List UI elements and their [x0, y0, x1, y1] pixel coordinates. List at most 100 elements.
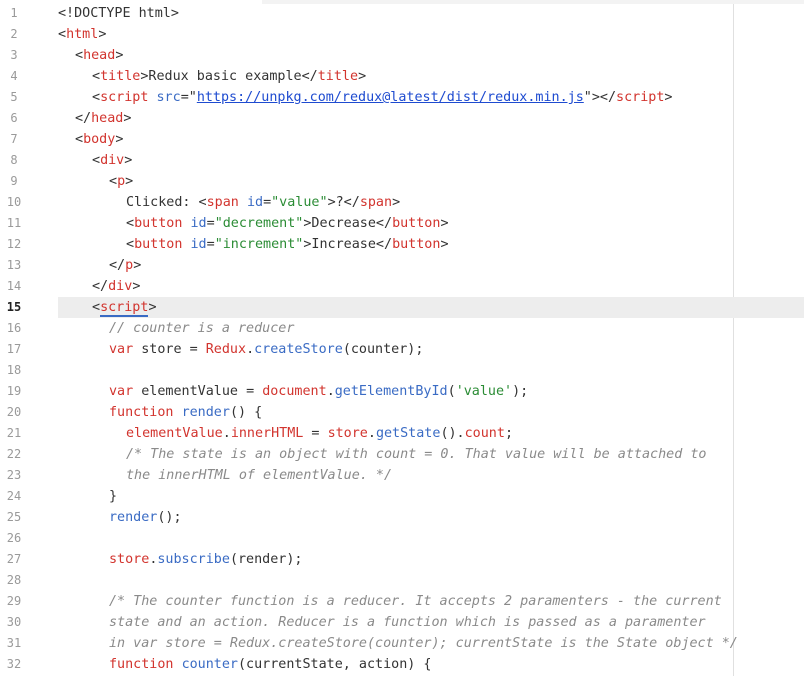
code-line[interactable]: 7 <body>: [0, 129, 804, 150]
code-line[interactable]: 21 elementValue.innerHTML = store.getStat…: [0, 423, 804, 444]
code-line[interactable]: 8 <div>: [0, 150, 804, 171]
code-token: id: [246, 195, 264, 210]
code-text[interactable]: Clicked: <span id="value">?</span>: [126, 192, 400, 213]
code-text[interactable]: /* The counter function is a reducer. It…: [109, 591, 722, 612]
code-line[interactable]: 17 var store = Redux.createStore(counter)…: [0, 339, 804, 360]
code-line[interactable]: 14 </div>: [0, 276, 804, 297]
code-line[interactable]: 4 <title>Redux basic example</title>: [0, 66, 804, 87]
code-text[interactable]: <p>: [109, 171, 133, 192]
code-text[interactable]: <title>Redux basic example</title>: [92, 66, 366, 87]
code-line-area[interactable]: state and an action. Reducer is a functi…: [58, 612, 804, 633]
code-line-area[interactable]: </div>: [58, 276, 804, 297]
code-line[interactable]: 25 render();: [0, 507, 804, 528]
code-text[interactable]: elementValue.innerHTML = store.getState(…: [126, 423, 513, 444]
code-line[interactable]: 10 Clicked: <span id="value">?</span>: [0, 192, 804, 213]
code-editor[interactable]: 1 <!DOCTYPE html> 2 <html> 3 <head> 4 <title>Re…: [0, 0, 804, 676]
code-token: >: [392, 195, 401, 210]
code-line-area[interactable]: store.subscribe(render);: [58, 549, 804, 570]
code-text[interactable]: store.subscribe(render);: [109, 549, 303, 570]
code-line[interactable]: 6 </head>: [0, 108, 804, 129]
code-text[interactable]: state and an action. Reducer is a functi…: [109, 612, 706, 633]
code-text[interactable]: function counter(currentState, action) {: [109, 654, 431, 675]
code-text[interactable]: </p>: [109, 255, 141, 276]
code-text[interactable]: <html>: [58, 24, 106, 45]
code-line[interactable]: 23 the innerHTML of elementValue. */: [0, 465, 804, 486]
code-line-area[interactable]: Clicked: <span id="value">?</span>: [58, 192, 804, 213]
code-line[interactable]: 22 /* The state is an object with count =…: [0, 444, 804, 465]
code-line-area[interactable]: function render() {: [58, 402, 804, 423]
code-line[interactable]: 1 <!DOCTYPE html>: [0, 3, 804, 24]
code-text[interactable]: <!DOCTYPE html>: [58, 3, 179, 24]
code-line[interactable]: 29 /* The counter function is a reducer. …: [0, 591, 804, 612]
code-text[interactable]: var elementValue = document.getElementBy…: [109, 381, 528, 402]
code-token: >: [115, 132, 124, 147]
code-line[interactable]: 30 state and an action. Reducer is a func…: [0, 612, 804, 633]
code-text[interactable]: }: [109, 486, 117, 507]
code-line[interactable]: 27 store.subscribe(render);: [0, 549, 804, 570]
code-line-area[interactable]: <body>: [58, 129, 804, 150]
code-text[interactable]: <script>: [92, 297, 157, 318]
code-text[interactable]: <button id="decrement">Decrease</button>: [126, 213, 449, 234]
code-line-area[interactable]: <html>: [58, 24, 804, 45]
code-line-area[interactable]: <button id="increment">Increase</button>: [58, 234, 804, 255]
code-line[interactable]: 3 <head>: [0, 45, 804, 66]
code-line-area[interactable]: <title>Redux basic example</title>: [58, 66, 804, 87]
code-line[interactable]: 15 <script>: [0, 297, 804, 318]
code-line-area[interactable]: <p>: [58, 171, 804, 192]
code-line-area[interactable]: }: [58, 486, 804, 507]
code-line[interactable]: 5 <script src="https://unpkg.com/redux@la…: [0, 87, 804, 108]
code-line[interactable]: 16 // counter is a reducer: [0, 318, 804, 339]
code-line-area[interactable]: /* The counter function is a reducer. It…: [58, 591, 804, 612]
code-line-area[interactable]: the innerHTML of elementValue. */: [58, 465, 804, 486]
code-token: function: [109, 405, 174, 420]
code-text[interactable]: in var store = Redux.createStore(counter…: [109, 633, 738, 654]
code-line-area[interactable]: var store = Redux.createStore(counter);: [58, 339, 804, 360]
code-line-area[interactable]: render();: [58, 507, 804, 528]
code-text[interactable]: var store = Redux.createStore(counter);: [109, 339, 423, 360]
code-text[interactable]: <body>: [75, 129, 123, 150]
line-number: 22: [6, 447, 22, 461]
code-line[interactable]: 26: [0, 528, 804, 549]
code-line-area[interactable]: <script src="https://unpkg.com/redux@lat…: [58, 87, 804, 108]
code-line[interactable]: 13 </p>: [0, 255, 804, 276]
code-line-area[interactable]: </head>: [58, 108, 804, 129]
code-text[interactable]: render();: [109, 507, 182, 528]
code-line[interactable]: 11 <button id="decrement">Decrease</butto…: [0, 213, 804, 234]
code-text[interactable]: /* The state is an object with count = 0…: [126, 444, 706, 465]
code-line-area[interactable]: var elementValue = document.getElementBy…: [58, 381, 804, 402]
code-text[interactable]: the innerHTML of elementValue. */: [126, 465, 392, 486]
code-line-area[interactable]: [58, 528, 804, 549]
code-line[interactable]: 24}: [0, 486, 804, 507]
code-line[interactable]: 19 var elementValue = document.getElement…: [0, 381, 804, 402]
code-text[interactable]: // counter is a reducer: [109, 318, 294, 339]
code-line-area[interactable]: <button id="decrement">Decrease</button>: [58, 213, 804, 234]
code-line[interactable]: 32 function counter(currentState, action)…: [0, 654, 804, 675]
code-line[interactable]: 9 <p>: [0, 171, 804, 192]
code-line[interactable]: 12 <button id="increment">Increase</butto…: [0, 234, 804, 255]
code-line-area[interactable]: function counter(currentState, action) {: [58, 654, 804, 675]
code-line-area[interactable]: in var store = Redux.createStore(counter…: [58, 633, 804, 654]
code-text[interactable]: function render() {: [109, 402, 262, 423]
code-text[interactable]: </head>: [75, 108, 131, 129]
code-line-area[interactable]: /* The state is an object with count = 0…: [58, 444, 804, 465]
code-line-area[interactable]: <!DOCTYPE html>: [58, 3, 804, 24]
code-token: >Increase</: [303, 237, 393, 252]
code-line[interactable]: 2 <html>: [0, 24, 804, 45]
code-line-area[interactable]: <div>: [58, 150, 804, 171]
code-text[interactable]: <script src="https://unpkg.com/redux@lat…: [92, 87, 672, 108]
code-line[interactable]: 18: [0, 360, 804, 381]
code-line-area[interactable]: [58, 570, 804, 591]
code-line-area[interactable]: <script>: [58, 297, 804, 318]
code-text[interactable]: <div>: [92, 150, 132, 171]
code-line-area[interactable]: // counter is a reducer: [58, 318, 804, 339]
code-line-area[interactable]: [58, 360, 804, 381]
code-line[interactable]: 28: [0, 570, 804, 591]
code-line-area[interactable]: elementValue.innerHTML = store.getState(…: [58, 423, 804, 444]
code-text[interactable]: <head>: [75, 45, 123, 66]
code-line-area[interactable]: <head>: [58, 45, 804, 66]
code-text[interactable]: <button id="increment">Increase</button>: [126, 234, 449, 255]
code-line[interactable]: 20 function render() {: [0, 402, 804, 423]
code-line[interactable]: 31 in var store = Redux.createStore(count…: [0, 633, 804, 654]
code-text[interactable]: </div>: [92, 276, 140, 297]
code-line-area[interactable]: </p>: [58, 255, 804, 276]
